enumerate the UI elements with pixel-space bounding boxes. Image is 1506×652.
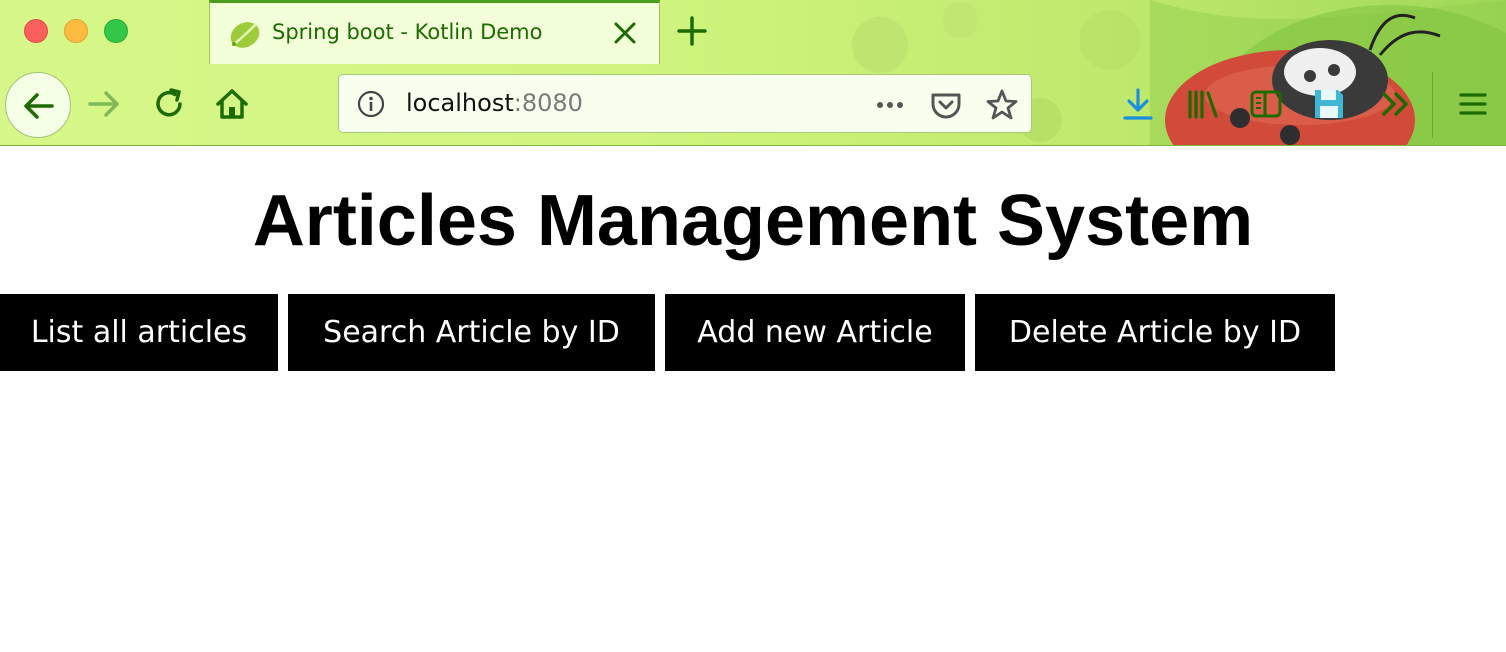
sidebar-icon[interactable] [1248, 86, 1284, 122]
floppy-disk-icon[interactable] [1311, 86, 1347, 122]
double-chevron-icon[interactable] [1378, 86, 1414, 122]
more-dots-icon[interactable] [873, 88, 907, 122]
back-button[interactable] [5, 72, 71, 138]
hamburger-menu-icon[interactable] [1455, 86, 1491, 122]
tab-close-icon[interactable] [612, 20, 638, 46]
download-icon[interactable] [1120, 86, 1156, 122]
spring-leaf-icon [230, 22, 260, 48]
address-bar[interactable]: localhost:8080 [338, 74, 1032, 133]
info-icon[interactable] [357, 90, 385, 118]
home-icon[interactable] [214, 86, 250, 122]
navigation-toolbar: localhost:8080 [0, 64, 1506, 145]
tab-title: Spring boot - Kotlin Demo [272, 20, 543, 44]
add-new-article-button[interactable]: Add new Article [665, 294, 965, 371]
window-maximize-button[interactable] [104, 19, 128, 43]
tab-active[interactable]: Spring boot - Kotlin Demo [209, 0, 660, 64]
article-actions-nav: List all articles Search Article by ID A… [0, 294, 1345, 371]
search-article-by-id-button[interactable]: Search Article by ID [288, 294, 655, 371]
star-icon[interactable] [985, 88, 1019, 122]
url-port: :8080 [513, 89, 583, 117]
delete-article-by-id-button[interactable]: Delete Article by ID [975, 294, 1335, 371]
toolbar-separator [1432, 72, 1433, 138]
reload-icon[interactable] [151, 86, 187, 122]
window-close-button[interactable] [24, 19, 48, 43]
arrow-right-icon[interactable] [86, 86, 122, 122]
list-all-articles-button[interactable]: List all articles [0, 294, 278, 371]
tab-bar: Spring boot - Kotlin Demo [0, 0, 1506, 64]
page-content: Articles Management System List all arti… [0, 147, 1506, 652]
window-minimize-button[interactable] [64, 19, 88, 43]
library-icon[interactable] [1185, 86, 1221, 122]
arrow-left-icon [24, 93, 54, 119]
new-tab-icon[interactable] [676, 15, 708, 47]
url-text: localhost:8080 [406, 89, 583, 117]
url-host: localhost [406, 89, 514, 117]
pocket-icon[interactable] [929, 88, 963, 122]
page-title: Articles Management System [252, 181, 1254, 261]
browser-chrome: Spring boot - Kotlin Demo localhost:8080 [0, 0, 1506, 146]
